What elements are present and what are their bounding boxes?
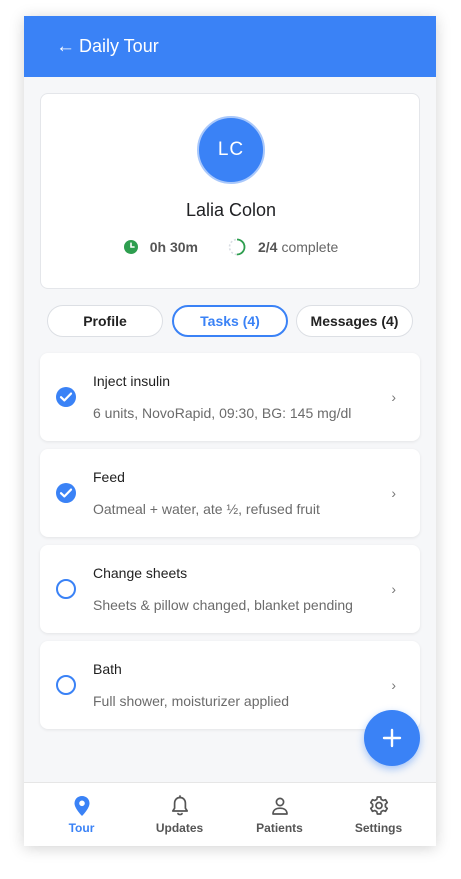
task-name: Bath xyxy=(93,661,122,677)
task-name: Change sheets xyxy=(93,565,188,581)
nav-item-updates[interactable]: Updates xyxy=(128,783,231,846)
progress-count: 2/4 xyxy=(257,239,278,255)
nav-item-patients[interactable]: Patients xyxy=(228,783,331,846)
tab-tasks[interactable]: Tasks (4) xyxy=(172,305,288,337)
patient-card: LC Lalia Colon 0h 30m 2/4 complete xyxy=(40,93,420,289)
task-change-sheets[interactable]: Change sheets Sheets & pillow changed, b… xyxy=(40,545,420,633)
task-name: Inject insulin xyxy=(93,373,171,389)
page-title: Daily Tour xyxy=(79,36,159,56)
chevron-right-icon: › xyxy=(391,485,396,501)
checkmark-icon xyxy=(59,392,73,402)
bell-icon xyxy=(171,795,188,816)
task-check-icon[interactable] xyxy=(56,675,76,695)
nav-label: Settings xyxy=(354,821,403,835)
phone-screen: ← Daily Tour LC Lalia Colon 0h 30m 2/4 c… xyxy=(24,16,436,846)
duration-stat: 0h 30m xyxy=(123,239,202,255)
task-check-icon[interactable] xyxy=(56,483,76,503)
tab-profile[interactable]: Profile xyxy=(47,305,163,337)
duration-value: 0h 30m xyxy=(149,239,198,255)
task-check-icon[interactable] xyxy=(56,579,76,599)
progress-label: complete xyxy=(281,239,339,255)
task-detail: Oatmeal + water, ate ½, refused fruit xyxy=(93,501,320,517)
task-check-icon[interactable] xyxy=(56,387,76,407)
chevron-right-icon: › xyxy=(391,389,396,405)
progress-ring-icon xyxy=(228,238,246,256)
checkmark-icon xyxy=(59,488,73,498)
app-bar: ← Daily Tour xyxy=(24,16,436,77)
progress-stat: 2/4 complete xyxy=(228,238,338,256)
task-name: Feed xyxy=(93,469,125,485)
nav-label: Updates xyxy=(155,821,204,835)
task-inject-insulin[interactable]: Inject insulin 6 units, NovoRapid, 09:30… xyxy=(40,353,420,441)
task-bath[interactable]: Bath Full shower, moisturizer applied › xyxy=(40,641,420,729)
clock-icon xyxy=(123,240,138,254)
patient-stats: 0h 30m 2/4 complete xyxy=(41,238,421,256)
person-icon xyxy=(271,797,288,815)
nav-label: Tour xyxy=(68,821,95,835)
nav-item-settings[interactable]: Settings xyxy=(327,783,430,846)
avatar: LC xyxy=(197,116,265,184)
task-detail: Sheets & pillow changed, blanket pending xyxy=(93,597,353,613)
bottom-nav: Tour Updates Patients Settings xyxy=(24,782,436,846)
plus-icon xyxy=(382,728,402,748)
location-pin-icon xyxy=(74,796,89,816)
task-detail: 6 units, NovoRapid, 09:30, BG: 145 mg/dl xyxy=(93,405,352,421)
task-detail: Full shower, moisturizer applied xyxy=(93,693,290,709)
chevron-right-icon: › xyxy=(391,677,396,693)
add-button[interactable] xyxy=(364,710,420,766)
arrow-left-icon[interactable]: ← xyxy=(56,37,75,56)
task-feed[interactable]: Feed Oatmeal + water, ate ½, refused fru… xyxy=(40,449,420,537)
chevron-right-icon: › xyxy=(391,581,396,597)
nav-item-tour[interactable]: Tour xyxy=(30,783,133,846)
nav-label: Patients xyxy=(256,821,303,835)
patient-name: Lalia Colon xyxy=(185,200,277,220)
tab-messages[interactable]: Messages (4) xyxy=(296,305,413,337)
tab-bar: Profile Tasks (4) Messages (4) xyxy=(47,305,413,337)
gear-icon xyxy=(369,796,388,815)
